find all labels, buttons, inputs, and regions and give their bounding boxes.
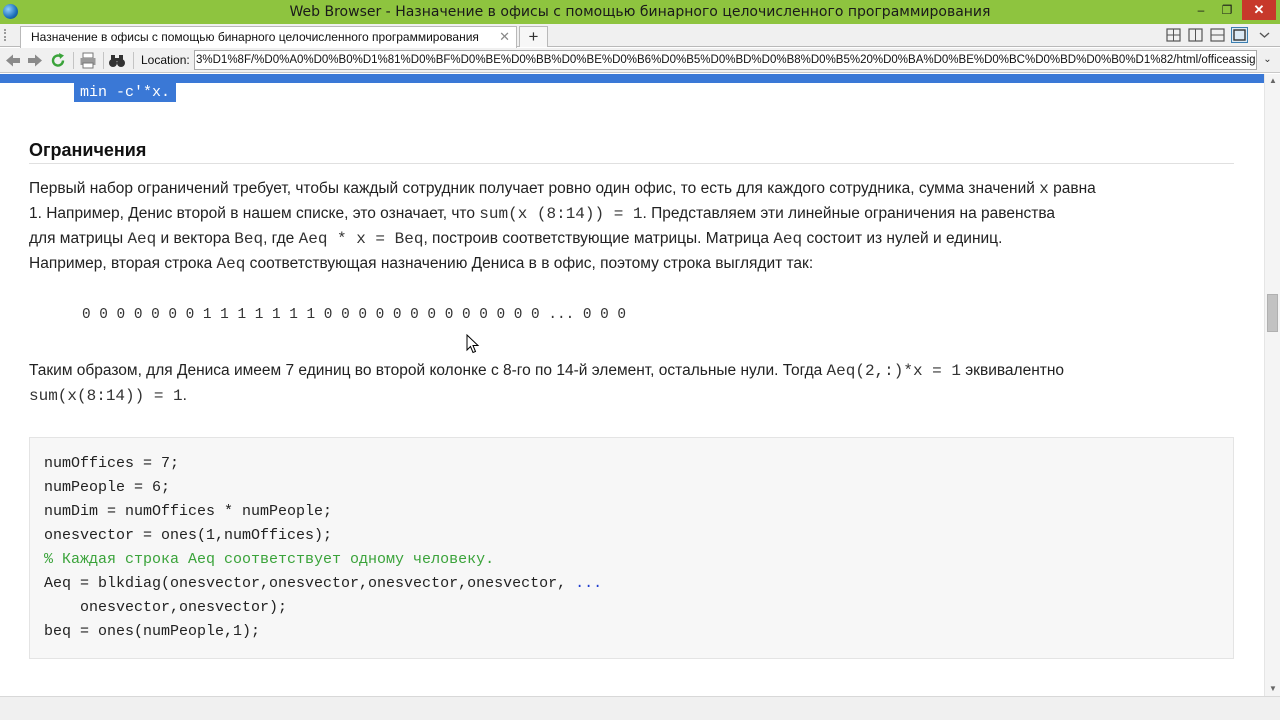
- forward-arrow-icon[interactable]: [25, 51, 45, 70]
- inline-code: Aeq: [127, 230, 157, 248]
- inline-code: sum(x(8:14)) = 1: [29, 387, 183, 405]
- tab-strip: Назначение в офисы с помощью бинарного ц…: [0, 24, 1280, 48]
- inline-code: x: [1039, 180, 1049, 198]
- location-input[interactable]: 3%D1%8F/%D0%A0%D0%B0%D1%81%D0%BF%D0%BE%D…: [194, 50, 1257, 70]
- paragraph-line: Таким образом, для Дениса имеем 7 единиц…: [29, 362, 1065, 380]
- inline-code: Aeq: [216, 255, 246, 273]
- new-tab-button[interactable]: +: [519, 26, 548, 47]
- paragraph-line: Например, вторая строка Aeq соответствую…: [29, 255, 814, 273]
- inline-code: Aeq: [773, 230, 803, 248]
- code-line: numDim = numOffices * numPeople;: [44, 503, 333, 520]
- navigation-toolbar: Location: 3%D1%8F/%D0%A0%D0%B0%D1%81%D0%…: [0, 48, 1280, 73]
- code-block[interactable]: numOffices = 7; numPeople = 6; numDim = …: [29, 437, 1234, 659]
- find-binoculars-icon[interactable]: [107, 51, 127, 70]
- line-continuation: ...: [575, 575, 603, 592]
- refresh-icon[interactable]: [48, 51, 68, 70]
- tab-active[interactable]: Назначение в офисы с помощью бинарного ц…: [20, 26, 517, 48]
- code-line: numOffices = 7;: [44, 455, 180, 472]
- scroll-up-arrow-icon[interactable]: ▲: [1265, 74, 1280, 88]
- text-selection-highlight: [0, 74, 1264, 83]
- print-icon[interactable]: [78, 51, 98, 70]
- paragraph-line: для матрицы Aeq и вектора Beq, где Aeq *…: [29, 230, 1003, 248]
- code-line: onesvector = ones(1,numOffices);: [44, 527, 333, 544]
- code-line: beq = ones(numPeople,1);: [44, 623, 261, 640]
- inline-code: Aeq * x = Beq: [298, 230, 424, 248]
- paragraph-line: Первый набор ограничений требует, чтобы …: [29, 180, 1096, 198]
- paragraph-line: 1. Например, Денис второй в нашем списке…: [29, 205, 1056, 223]
- tab-strip-chevron-icon[interactable]: [1256, 27, 1273, 43]
- minimize-button[interactable]: ‒: [1188, 0, 1214, 20]
- window-title: Web Browser - Назначение в офисы с помощ…: [289, 4, 991, 20]
- back-arrow-icon[interactable]: [3, 51, 23, 70]
- page-content: min -c'*x. Ограничения Первый набор огра…: [0, 74, 1264, 696]
- code-line: onesvector,onesvector);: [44, 599, 288, 616]
- window-title-bar: Web Browser - Назначение в офисы с помощ…: [0, 0, 1280, 24]
- code-comment: % Каждая строка Aeq соответствует одному…: [44, 551, 495, 568]
- tab-close-button[interactable]: ✕: [499, 29, 510, 45]
- toolbar-separator: [73, 52, 74, 69]
- grid-layout-icon[interactable]: [1165, 27, 1182, 43]
- tab-label: Назначение в офисы с помощью бинарного ц…: [31, 30, 479, 44]
- next-paragraph-cut-off: [29, 688, 1219, 696]
- location-dropdown-icon[interactable]: ⌄: [1259, 50, 1276, 70]
- vertical-scrollbar[interactable]: ▲ ▼: [1264, 74, 1280, 696]
- horizontal-split-icon[interactable]: [1209, 27, 1226, 43]
- toolbar-separator: [103, 52, 104, 69]
- code-line: Aeq = blkdiag(onesvector,onesvector,ones…: [44, 575, 603, 592]
- code-line: numPeople = 6;: [44, 479, 171, 496]
- toolbar-separator: [133, 52, 134, 69]
- close-window-button[interactable]: ✕: [1242, 0, 1276, 20]
- location-label: Location:: [141, 53, 190, 67]
- section-divider: [29, 163, 1234, 164]
- matrix-row-example: 0 0 0 0 0 0 0 1 1 1 1 1 1 1 0 0 0 0 0 0 …: [82, 307, 627, 323]
- status-bar: [0, 696, 1280, 720]
- vertical-split-icon[interactable]: [1187, 27, 1204, 43]
- selected-code-text[interactable]: min -c'*x.: [74, 83, 177, 102]
- section-heading: Ограничения: [29, 140, 147, 160]
- inline-code: sum(x (8:14)) = 1: [479, 205, 643, 223]
- paragraph-line: sum(x(8:14)) = 1.: [29, 387, 187, 405]
- inline-code: Beq: [234, 230, 264, 248]
- scrollbar-thumb[interactable]: [1267, 294, 1278, 332]
- restore-button[interactable]: ❐: [1214, 0, 1240, 20]
- tab-strip-grip[interactable]: [4, 29, 14, 41]
- single-pane-icon[interactable]: [1231, 27, 1248, 43]
- mouse-pointer-icon: [466, 333, 480, 359]
- inline-code: Aeq(2,:)*x = 1: [826, 362, 961, 380]
- scroll-down-arrow-icon[interactable]: ▼: [1265, 682, 1280, 696]
